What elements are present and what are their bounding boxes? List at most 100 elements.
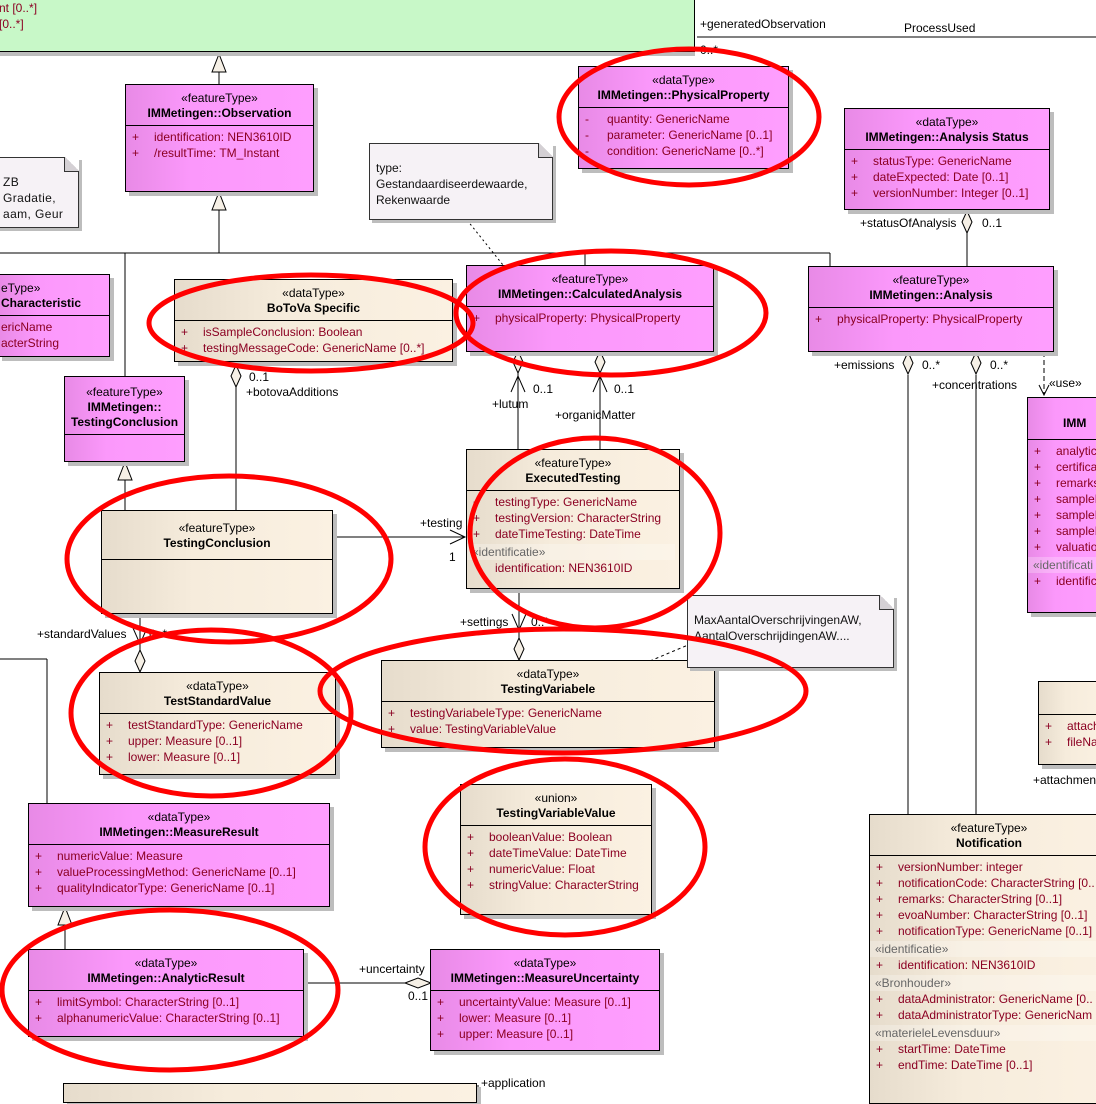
attribute: notificationCode: CharacterString [0.. — [898, 876, 1095, 890]
note-text: type: — [376, 161, 403, 175]
attribute: endTime: DateTime [0..1] — [898, 1058, 1033, 1072]
aggregation-diamond — [403, 977, 433, 989]
generalization-arrow — [57, 905, 73, 926]
class-im-testing-conclusion[interactable]: «featureType» IMMetingen:: TestingConclu… — [64, 376, 185, 462]
class-name: IMMetingen::Analysis Status — [865, 130, 1029, 144]
class-name: IMMetingen::Analysis — [869, 288, 993, 302]
attribute: numericValue: Measure — [57, 849, 183, 863]
visibility: + — [876, 1008, 884, 1022]
attribute-list: ericName acterString — [0, 316, 109, 353]
stereotype: «featureType» — [181, 91, 258, 105]
class-characteristic[interactable]: eType» Characteristic ericName acterStri… — [0, 274, 110, 357]
class-observation[interactable]: «featureType» IMMetingen::Observation + i… — [125, 84, 314, 192]
attribute-list: + physicalProperty: PhysicalProperty — [809, 308, 1053, 329]
generalization-arrow — [211, 52, 227, 73]
visibility: + — [437, 1011, 445, 1025]
visibility — [473, 560, 495, 576]
visibility: + — [876, 908, 884, 922]
visibility: - — [585, 144, 589, 158]
class-name: TestingVariableValue — [496, 806, 616, 820]
attribute: testingVersion: CharacterString — [495, 511, 662, 525]
multiplicity: 0..1 — [614, 382, 635, 396]
attribute: parameter: GenericName [0..1] — [607, 128, 773, 142]
role-label: +generatedObservation — [700, 17, 826, 31]
class-measure-result[interactable]: «dataType» IMMetingen::MeasureResult + nu… — [28, 803, 330, 907]
class-top-green[interactable]: nt [0..*] [0..*] — [0, 0, 695, 52]
class-name: Characteristic — [1, 296, 82, 310]
class-bottom-partial[interactable] — [63, 1083, 477, 1103]
class-testing-variabele[interactable]: «dataType» TestingVariabele + testingVari… — [381, 660, 715, 748]
visibility: + — [876, 1058, 884, 1072]
class-physical-property[interactable]: «dataType» IMMetingen::PhysicalProperty … — [578, 66, 789, 169]
class-testing-conclusion[interactable]: «featureType» TestingConclusion — [101, 510, 333, 614]
attribute: limitSymbol: CharacterString [0..1] — [57, 995, 240, 1009]
attribute: uncertaintyValue: Measure [0..1] — [459, 995, 631, 1009]
visibility: + — [473, 495, 481, 509]
visibility: + — [181, 341, 189, 355]
class-analysis-status[interactable]: «dataType» IMMetingen::Analysis Status +… — [844, 108, 1050, 210]
attribute: identification: NEN3610ID — [495, 561, 633, 575]
role-label: +concentrations — [932, 378, 1018, 392]
attribute: ericName — [1, 320, 53, 334]
class-analytic-result[interactable]: «dataType» IMMetingen::AnalyticResult + l… — [28, 949, 304, 1037]
association-name: ProcessUsed — [904, 21, 976, 35]
class-botova-specific[interactable]: «dataType» BoToVa Specific + isSampleConc… — [174, 279, 453, 362]
note-gradatie[interactable]: ZB Gradatie, aam, Geur — [0, 157, 79, 228]
class-measure-uncertainty[interactable]: «dataType» IMMetingen::MeasureUncertaint… — [430, 949, 660, 1051]
visibility: + — [876, 876, 884, 890]
class-notification[interactable]: «featureType» Notification + versionNumbe… — [869, 814, 1096, 1104]
attribute: stringValue: CharacterString — [489, 878, 639, 892]
class-analysis[interactable]: «featureType» IMMetingen::Analysis + phys… — [808, 266, 1054, 352]
class-name: IMM — [1063, 416, 1087, 430]
note-fold-icon — [538, 143, 553, 158]
section-header: «Bronhouder» — [870, 975, 1096, 991]
visibility: + — [467, 830, 475, 844]
class-name: TestStandardValue — [163, 694, 272, 708]
class-testing-variable-value[interactable]: «union» TestingVariableValue + booleanVal… — [460, 784, 652, 915]
attribute: dataAdministratorType: GenericNam — [898, 1008, 1093, 1022]
visibility: - — [585, 128, 589, 142]
aggregation-diamond — [230, 363, 242, 389]
note-max-aantal[interactable]: MaxAantalOverschrijvingenAW, AantalOvers… — [687, 595, 894, 668]
attribute: sampleI — [1056, 492, 1096, 506]
stereotype: «dataType» — [513, 956, 577, 970]
attribute: dateTimeValue: DateTime — [489, 846, 627, 860]
aggregation-diamond — [134, 648, 146, 674]
class-im-right-partial[interactable]: IMM + analytic + certifica + remarks + sampl… — [1027, 397, 1096, 613]
attribute: dateExpected: Date [0..1] — [873, 170, 1009, 184]
attribute-list: + numericValue: Measure + valueProcessingM… — [29, 845, 329, 898]
class-executed-testing[interactable]: «featureType» ExecutedTesting + testingTy… — [466, 449, 680, 589]
class-name: IMMetingen::Observation — [147, 106, 292, 120]
class-attachment-partial[interactable]: +attach +fileNa — [1038, 681, 1096, 765]
role-label: +attachmen — [1033, 773, 1096, 787]
generalization-arrow — [117, 460, 133, 481]
visibility: + — [876, 924, 884, 938]
attribute: evoaNumber: CharacterString [0..1] — [898, 908, 1088, 922]
multiplicity: 0..* — [531, 615, 550, 629]
attribute: versionNumber: Integer [0..1] — [873, 186, 1029, 200]
note-type[interactable]: type: Gestandaardiseerdewaarde, Rekenwaa… — [369, 143, 553, 220]
class-name: IMMetingen:: — [87, 400, 162, 414]
class-calculated-analysis[interactable]: «featureType» IMMetingen::CalculatedAnal… — [466, 265, 714, 352]
attribute-list: + identification: NEN3610ID + /resultTime:… — [126, 126, 313, 163]
note-fold-icon — [64, 157, 79, 172]
visibility: + — [467, 846, 475, 860]
stereotype-label: «use» — [1049, 376, 1082, 390]
section-header: «identificatie» — [870, 941, 1096, 957]
note-fold-icon — [879, 595, 894, 610]
attribute: condition: GenericName [0..*] — [607, 144, 764, 158]
visibility: + — [876, 1042, 884, 1056]
attribute: testingType: GenericName — [495, 495, 638, 509]
attribute: dataAdministrator: GenericName [0.. — [898, 992, 1093, 1006]
attribute-list: + booleanValue: Boolean + dateTimeValue: D… — [461, 826, 651, 895]
stereotype: «dataType» — [915, 115, 979, 129]
class-name: IMMetingen::CalculatedAnalysis — [497, 287, 683, 301]
visibility: + — [876, 992, 884, 1006]
role-label: +uncertainty — [359, 962, 425, 976]
stereotype: «dataType» — [652, 73, 715, 87]
multiplicity: 0..* — [922, 358, 941, 372]
visibility: + — [473, 527, 481, 541]
visibility: + — [851, 154, 859, 168]
generalization-arrow — [211, 190, 227, 211]
class-test-standard-value[interactable]: «dataType» TestStandardValue + testStanda… — [99, 672, 336, 775]
